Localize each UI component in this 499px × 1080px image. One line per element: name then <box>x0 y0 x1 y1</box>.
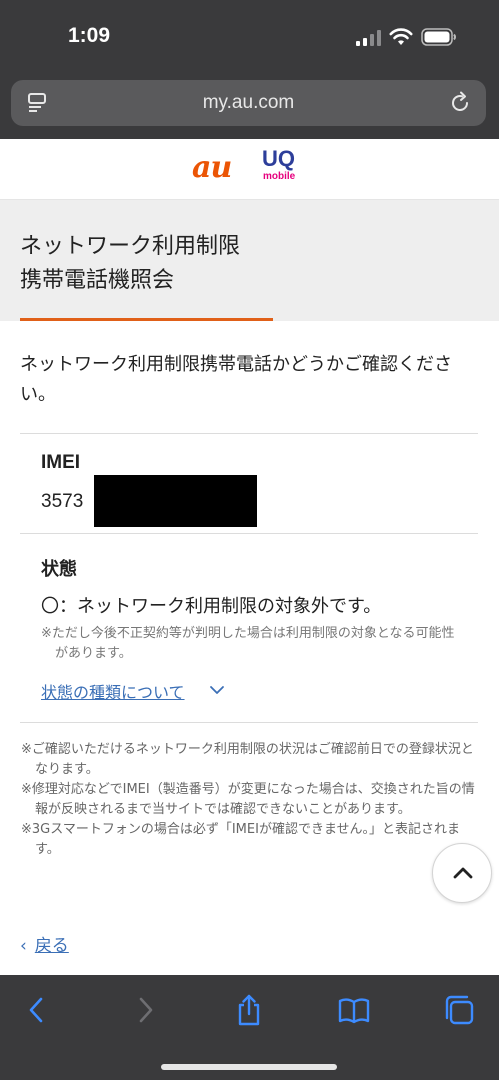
page-title-block: ネットワーク利用制限 携帯電話機照会 <box>0 200 499 321</box>
scroll-to-top-button[interactable] <box>432 843 492 903</box>
page-title-line1: ネットワーク利用制限 <box>20 234 241 259</box>
divider <box>20 533 478 534</box>
page-title: ネットワーク利用制限 携帯電話機照会 <box>20 230 240 298</box>
footnote-item: ※修理対応などでIMEI（製造番号）が変更になった場合は、交換された旨の情報が反… <box>21 782 475 817</box>
imei-value: 3573 <box>41 491 84 512</box>
state-note: ※ただし今後不正契約等が判明した場合は利用制限の対象となる可能性があります。 <box>41 626 455 661</box>
divider <box>20 722 478 723</box>
imei-redaction <box>94 475 257 527</box>
address-bar[interactable]: my.au.com <box>11 80 486 126</box>
bookmarks-icon[interactable] <box>337 993 371 1027</box>
back-link-label: 戻る <box>34 936 69 956</box>
title-accent-line <box>20 318 273 321</box>
page-title-line2: 携帯電話機照会 <box>20 268 175 293</box>
state-types-link[interactable]: 状態の種類について <box>41 679 185 703</box>
back-link[interactable]: ‹ 戻る <box>20 931 69 956</box>
reload-icon[interactable] <box>450 91 472 115</box>
battery-icon <box>421 28 456 46</box>
share-icon[interactable] <box>232 993 266 1027</box>
forward-icon[interactable] <box>128 993 162 1027</box>
divider <box>20 433 478 434</box>
back-icon[interactable] <box>20 993 54 1027</box>
chevron-up-icon <box>453 867 473 879</box>
status-bar: 1:09 <box>0 0 499 75</box>
footnote-item: ※3Gスマートフォンの場合は必ず「IMEIが確認できません。」と表記されます。 <box>21 822 461 857</box>
status-time: 1:09 <box>68 24 111 47</box>
logo-header: au UQ mobile <box>0 139 499 200</box>
chevron-left-icon: ‹ <box>20 936 27 956</box>
footnote-item: ※ご確認いただけるネットワーク利用制限の状況はご確認前日での登録状況となります。 <box>21 742 474 777</box>
tabs-icon[interactable] <box>442 993 476 1027</box>
au-logo[interactable]: au <box>192 150 232 185</box>
state-value: 〇：ネットワーク利用制限の対象外です。 <box>41 596 382 617</box>
url-text[interactable]: my.au.com <box>11 92 486 114</box>
signal-icon <box>356 30 381 46</box>
uq-mobile-label: mobile <box>263 171 296 182</box>
web-page: au UQ mobile ネットワーク利用制限 携帯電話機照会 ネットワーク利用… <box>0 139 499 975</box>
intro-text: ネットワーク利用制限携帯電話かどうかご確認ください。 <box>20 354 452 405</box>
wifi-icon <box>389 28 413 45</box>
imei-label: IMEI <box>41 452 81 473</box>
state-label: 状態 <box>41 559 77 580</box>
footnotes: ※ご確認いただけるネットワーク利用制限の状況はご確認前日での登録状況となります。… <box>21 740 481 860</box>
home-indicator <box>161 1064 337 1070</box>
uq-logo[interactable]: UQ <box>262 148 295 170</box>
chevron-down-icon[interactable] <box>209 683 225 697</box>
